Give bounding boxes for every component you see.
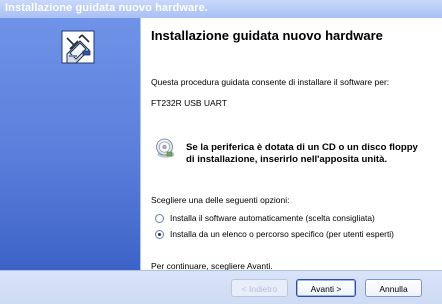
custom-path-label: Installa da un elenco o percorso specifi… xyxy=(170,229,394,239)
title-bar: Installazione guidata nuovo hardware. xyxy=(0,0,442,18)
wizard-content: Installazione guidata nuovo hardware Que… xyxy=(145,18,442,271)
cd-icon xyxy=(156,138,175,158)
cd-notice-line-1: Se la periferica è dotata di un CD o un … xyxy=(186,142,418,153)
hardware-wizard-window: Installazione guidata nuovo hardware. In… xyxy=(0,0,442,304)
custom-path-option[interactable]: Installa da un elenco o percorso specifi… xyxy=(155,228,394,240)
wizard-footer: < Indietro Avanti > Annulla xyxy=(0,270,442,304)
automatic-install-radio[interactable] xyxy=(155,213,164,223)
options-label: Scegliere una delle seguenti opzioni: xyxy=(151,195,290,205)
window-title: Installazione guidata nuovo hardware. xyxy=(5,2,208,14)
page-title: Installazione guidata nuovo hardware xyxy=(151,28,383,43)
hardware-wizard-icon xyxy=(61,30,95,64)
cd-notice: Se la periferica è dotata di un CD o un … xyxy=(186,142,437,166)
device-name: FT232R USB UART xyxy=(151,98,227,108)
automatic-install-option[interactable]: Installa il software automaticamente (sc… xyxy=(155,212,375,224)
wizard-banner xyxy=(0,18,141,270)
automatic-install-label: Installa il software automaticamente (sc… xyxy=(170,213,375,223)
cd-notice-line-2: di installazione, inserirlo nell'apposit… xyxy=(186,154,388,165)
custom-path-radio[interactable] xyxy=(155,229,164,239)
intro-text: Questa procedura guidata consente di ins… xyxy=(151,77,390,87)
next-button[interactable]: Avanti > xyxy=(296,279,356,297)
cancel-button[interactable]: Annulla xyxy=(365,279,422,297)
back-button[interactable]: < Indietro xyxy=(231,279,288,297)
